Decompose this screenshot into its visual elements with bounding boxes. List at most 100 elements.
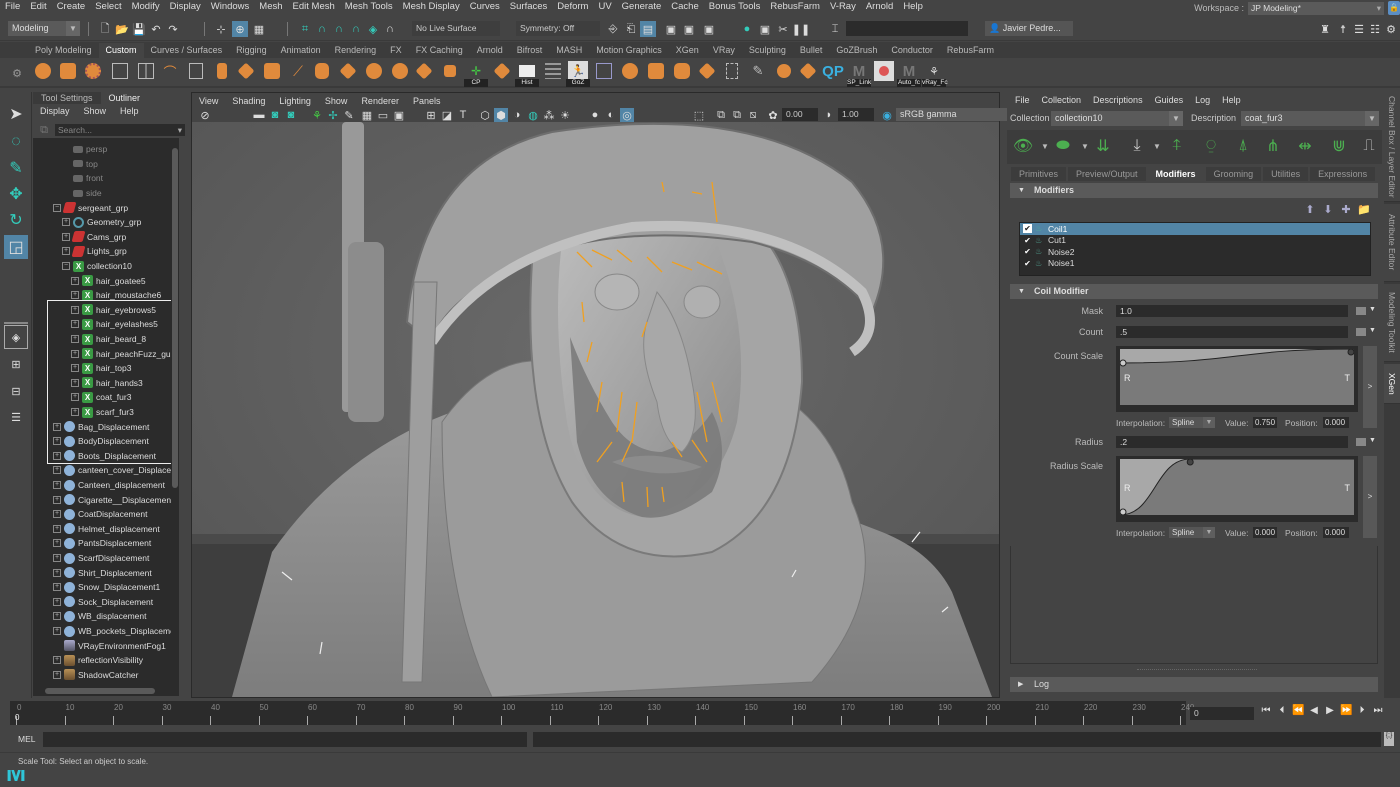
chevron-down-icon[interactable]: ▼ bbox=[1369, 327, 1376, 334]
mask-field[interactable]: 1.0 bbox=[1116, 305, 1348, 317]
timeline[interactable]: 0 10 20 30 40 50 60 70 80 90 100 110 120 130 140 150 160… bbox=[10, 701, 1194, 725]
film-gate-icon[interactable]: ▭ bbox=[376, 108, 390, 122]
xgen-menu-collection[interactable]: Collection bbox=[1036, 95, 1088, 105]
four-view-layout-icon[interactable]: ⊞ bbox=[4, 352, 28, 376]
expand-toggle-icon[interactable]: + bbox=[62, 232, 70, 241]
render-frame-icon[interactable]: ▣ bbox=[664, 22, 678, 36]
checkbox-check-icon[interactable]: ✔ bbox=[1023, 236, 1032, 245]
expand-toggle-icon[interactable]: + bbox=[53, 495, 61, 504]
image-plane-icon[interactable]: ◙ bbox=[284, 108, 298, 122]
go-to-end-icon[interactable]: ⏭ bbox=[1372, 705, 1384, 716]
add-guides-icon[interactable]: ⇊ bbox=[1091, 134, 1115, 158]
outliner-item[interactable]: front bbox=[33, 171, 179, 186]
expand-toggle-icon[interactable]: − bbox=[62, 262, 70, 271]
curve-points-icon[interactable]: ⌒ bbox=[160, 61, 180, 81]
script-editor-icon[interactable]: {;} bbox=[1384, 732, 1394, 746]
menu-windows[interactable]: Windows bbox=[206, 0, 255, 14]
snap-view-plane-icon[interactable]: ∩ bbox=[349, 22, 363, 36]
shelf-tab-conductor[interactable]: Conductor bbox=[884, 43, 940, 58]
stack-icon[interactable] bbox=[414, 61, 434, 81]
attribute-editor-icon[interactable]: ☰ bbox=[1352, 22, 1366, 36]
outliner-item[interactable]: + ShadowCatcher bbox=[33, 668, 179, 683]
safe-action-icon[interactable]: ◪ bbox=[440, 108, 454, 122]
live-surface-field[interactable]: No Live Surface bbox=[412, 21, 500, 36]
select-hierarchy-icon[interactable]: ⊹ bbox=[214, 22, 228, 36]
outliner-item[interactable]: + Snow_Displacement1 bbox=[33, 580, 179, 595]
expand-toggle-icon[interactable]: + bbox=[62, 218, 70, 227]
human-ik-icon[interactable]: ☨ bbox=[1336, 22, 1350, 36]
collection-dropdown[interactable]: collection10 ▼ bbox=[1051, 111, 1183, 126]
step-forward-frame-icon[interactable]: ⏵ bbox=[1356, 705, 1368, 716]
expand-toggle-icon[interactable]: + bbox=[53, 670, 61, 679]
layer-circle-icon[interactable] bbox=[364, 61, 384, 81]
tab-tool-settings[interactable]: Tool Settings bbox=[33, 92, 101, 104]
snap-grid-icon[interactable]: ⌗ bbox=[298, 22, 312, 36]
sphere-poly-icon[interactable] bbox=[620, 61, 640, 81]
field-chart-icon[interactable]: ⊞ bbox=[424, 108, 438, 122]
layers-icon[interactable] bbox=[236, 61, 256, 81]
channel-box-icon[interactable]: ⚙ bbox=[1384, 22, 1398, 36]
outliner-item[interactable]: + CoatDisplacement bbox=[33, 507, 179, 522]
guide-curves-icon[interactable]: ⋔ bbox=[1261, 134, 1285, 158]
delete-history-icon[interactable]: Hist bbox=[515, 61, 539, 87]
shelf-tab-arnold[interactable]: Arnold bbox=[470, 43, 510, 58]
screen-space-ao-icon[interactable]: ● bbox=[588, 108, 602, 122]
menu-cache[interactable]: Cache bbox=[666, 0, 703, 14]
xray-active-icon[interactable]: ⧅ bbox=[746, 108, 760, 122]
anti-aliasing-icon[interactable]: ◎ bbox=[620, 108, 634, 122]
outliner-item[interactable]: + ScarfDisplacement bbox=[33, 551, 179, 566]
two-view-layout-icon[interactable]: ⊟ bbox=[4, 379, 28, 403]
menu-deform[interactable]: Deform bbox=[552, 0, 593, 14]
wire-cube-icon[interactable] bbox=[594, 61, 614, 81]
expand-toggle-icon[interactable]: − bbox=[53, 203, 61, 212]
viewport-menu-shading[interactable]: Shading bbox=[225, 96, 272, 106]
outliner-item[interactable]: + Helmet_displacement bbox=[33, 522, 179, 537]
modifiers-section-header[interactable]: Modifiers bbox=[1010, 183, 1378, 198]
single-perspective-layout-icon[interactable]: ◈ bbox=[4, 325, 28, 349]
shelf-tab-custom[interactable]: Custom bbox=[98, 43, 144, 58]
render-settings-icon[interactable]: ▣ bbox=[702, 22, 716, 36]
snap-live-icon[interactable]: ◈ bbox=[366, 22, 380, 36]
expand-toggle-icon[interactable]: + bbox=[71, 291, 79, 300]
outliner-item[interactable]: persp bbox=[33, 142, 179, 157]
render-setup-icon[interactable]: ▣ bbox=[758, 22, 772, 36]
select-tool-icon[interactable]: ➤ bbox=[4, 102, 28, 126]
coil-modifier-section-header[interactable]: Coil Modifier bbox=[1010, 284, 1378, 299]
gamma-field[interactable]: 1.00 bbox=[838, 108, 874, 121]
expand-toggle-icon[interactable]: + bbox=[62, 247, 70, 256]
outliner-item[interactable]: + Shirt_Displacement bbox=[33, 565, 179, 580]
shelf-tab-xgen[interactable]: XGen bbox=[669, 43, 706, 58]
checkbox-check-icon[interactable]: ✔ bbox=[1023, 247, 1032, 256]
menu-rebusfarm[interactable]: RebusFarm bbox=[765, 0, 825, 14]
shelf-tab-bullet[interactable]: Bullet bbox=[793, 43, 830, 58]
shelf-tab-rigging[interactable]: Rigging bbox=[229, 43, 274, 58]
expression-editor-icon[interactable] bbox=[1356, 307, 1366, 315]
move-modifier-up-icon[interactable]: ⬆ bbox=[1303, 202, 1317, 216]
bomb-icon[interactable] bbox=[774, 61, 794, 81]
expression-editor-icon[interactable] bbox=[1356, 438, 1366, 446]
qp-icon[interactable]: QP bbox=[822, 61, 844, 81]
tab-expressions[interactable]: Expressions bbox=[1310, 167, 1376, 181]
add-modifier-icon[interactable]: ✚ bbox=[1339, 202, 1353, 216]
count-scale-value-field[interactable]: 0.750 bbox=[1253, 417, 1277, 428]
outliner-item[interactable]: + PantsDisplacement bbox=[33, 536, 179, 551]
scrollbar-thumb[interactable] bbox=[45, 688, 155, 694]
filter-icon[interactable]: ⧉ bbox=[37, 123, 51, 137]
grid-icon[interactable]: ▦ bbox=[360, 108, 374, 122]
shelf-tab-vray[interactable]: VRay bbox=[706, 43, 742, 58]
cube-icon[interactable] bbox=[262, 61, 282, 81]
outliner-item[interactable]: − Xcollection10 bbox=[33, 259, 179, 274]
outliner-item[interactable]: VRayEnvironmentFog1 bbox=[33, 638, 179, 653]
menu-v-ray[interactable]: V-Ray bbox=[825, 0, 861, 14]
ramp-control-point[interactable] bbox=[1120, 508, 1127, 515]
checkbox-check-icon[interactable]: ✔ bbox=[1023, 259, 1032, 268]
camera-attributes-icon[interactable]: ▬ bbox=[252, 108, 266, 122]
input-ops-icon[interactable]: ⎆ bbox=[606, 22, 620, 36]
add-guide-icon[interactable]: ⍏ bbox=[1165, 134, 1189, 158]
menu-curves[interactable]: Curves bbox=[465, 0, 505, 14]
step-back-frame-icon[interactable]: ⏴ bbox=[1276, 705, 1288, 716]
knife-icon[interactable]: ⟋ bbox=[288, 61, 308, 81]
expand-toggle-icon[interactable]: + bbox=[53, 597, 61, 606]
outliner-search-input[interactable]: Search... bbox=[55, 124, 185, 136]
outliner-item[interactable]: + Cigarette__Displacement bbox=[33, 492, 179, 507]
